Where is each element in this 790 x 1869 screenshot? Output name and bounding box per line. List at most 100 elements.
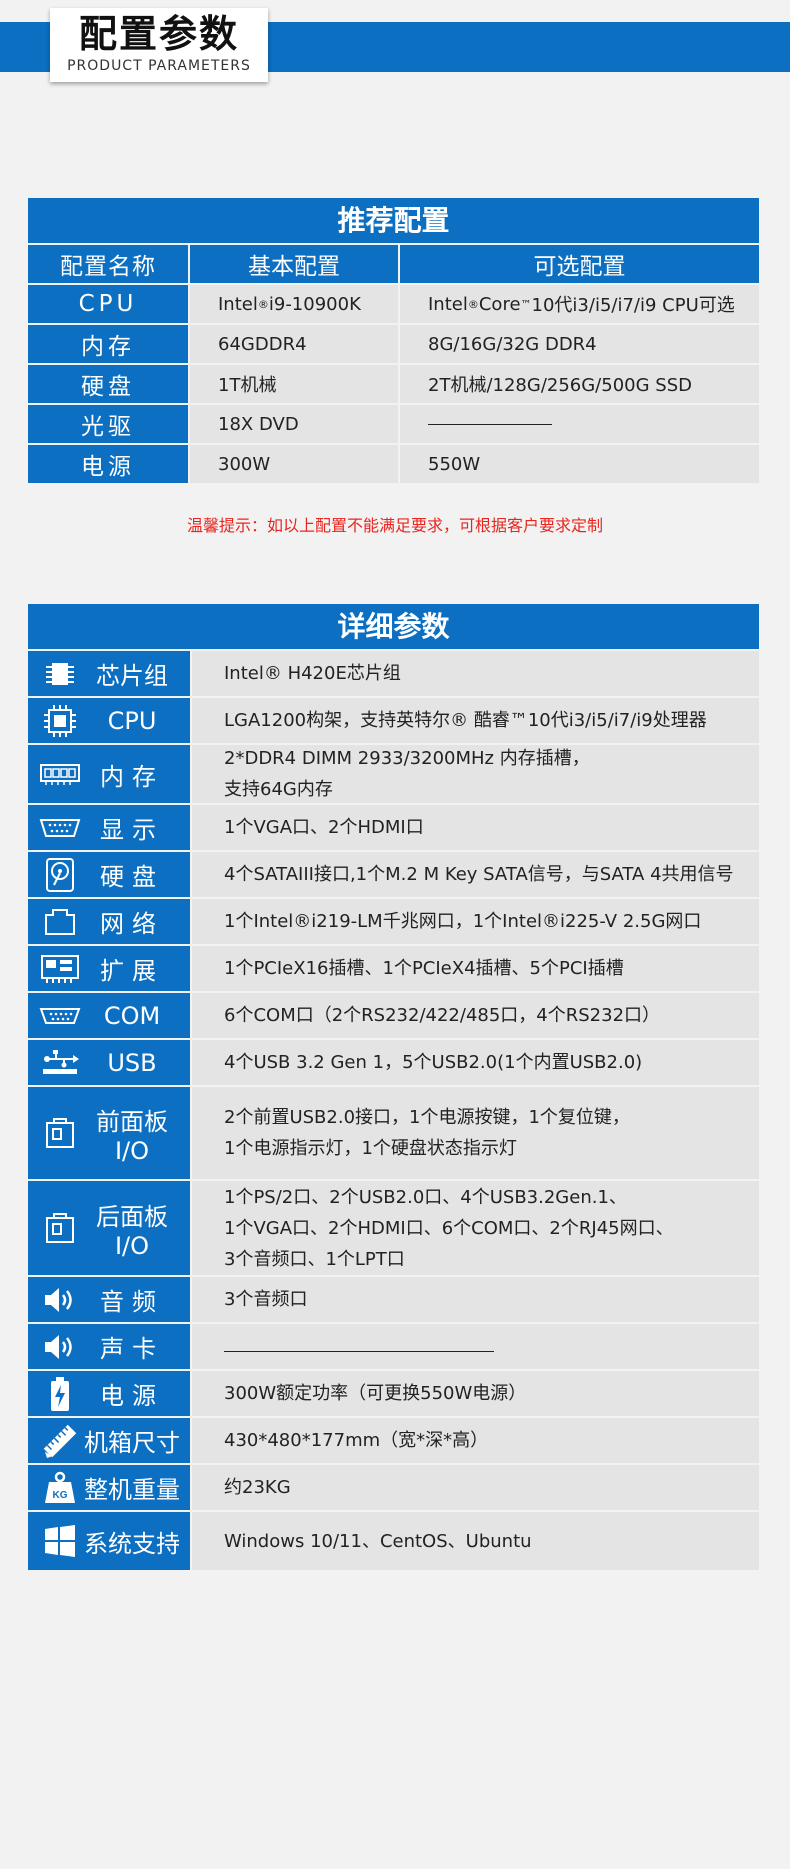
svg-text:KG: KG [53, 1490, 68, 1501]
param-label-cell: 后面板I/O [28, 1181, 190, 1275]
basic-config: 300W [190, 445, 398, 483]
optional-text: Core [478, 293, 521, 315]
recommended-title: 推荐配置 [28, 198, 759, 243]
param-value-line: LGA1200构架，支持英特尔® 酷睿™10代i3/i5/i7/i9处理器 [224, 710, 707, 731]
trademark-mark: ™ [520, 297, 532, 311]
param-value: 3个音频口 [192, 1277, 759, 1322]
param-value-line: 300W额定功率（可更换550W电源） [224, 1383, 527, 1404]
param-value: 6个COM口（2个RS232/422/485口，4个RS232口） [192, 993, 759, 1038]
param-label: 硬盘 [100, 863, 164, 891]
param-label-cell: 电源 [28, 1371, 190, 1416]
param-value-line: 2*DDR4 DIMM 2933/3200MHz 内存插槽， [224, 748, 590, 769]
param-label: CPU [107, 706, 157, 735]
table-row: 硬盘 4个SATAIII接口,1个M.2 M Key SATA信号，与SATA 4… [28, 852, 759, 897]
param-label: 系统支持 [84, 1529, 180, 1558]
speaker-icon [38, 1280, 82, 1320]
param-value-line: 1个Intel®i219-LM千兆网口，1个Intel®i225-V 2.5G网… [224, 911, 702, 932]
usb-icon [38, 1043, 82, 1083]
param-value-line: 支持64G内存 [224, 779, 333, 800]
param-value-line: 1个VGA口、2个HDMI口 [224, 817, 424, 838]
ruler-icon [38, 1421, 82, 1461]
column-header-optional: 可选配置 [400, 245, 759, 283]
detail-title: 详细参数 [28, 604, 759, 649]
config-name: CPU [28, 285, 188, 323]
param-value-line: 4个USB 3.2 Gen 1，5个USB2.0(1个内置USB2.0) [224, 1052, 643, 1073]
table-row: 显示 1个VGA口、2个HDMI口 [28, 805, 759, 850]
param-value: 1个PS/2口、2个USB2.0口、4个USB3.2Gen.1、 1个VGA口、2… [192, 1181, 759, 1275]
table-row: 机箱尺寸 430*480*177mm（宽*深*高） [28, 1418, 759, 1463]
speaker-icon [38, 1327, 82, 1367]
param-value-line: Intel® H420E芯片组 [224, 663, 401, 684]
param-label-cell: 系统支持 [28, 1512, 190, 1570]
param-value-line: 3个音频口、1个LPT口 [224, 1248, 405, 1270]
param-label: 内存 [100, 762, 164, 791]
basic-config: Intel ® i9-10900K [190, 285, 398, 323]
param-label-cell: 网络 [28, 899, 190, 944]
param-label: 音频 [100, 1288, 164, 1316]
basic-config: 18X DVD [190, 405, 398, 443]
optional-config: 550W [400, 445, 759, 483]
param-label: 扩展 [100, 957, 164, 985]
param-label-cell: KG 整机重量 [28, 1465, 190, 1510]
panel-icon [38, 1208, 82, 1248]
param-value: 430*480*177mm（宽*深*高） [192, 1418, 759, 1463]
table-row: COM 6个COM口（2个RS232/422/485口，4个RS232口） [28, 993, 759, 1038]
table-row: 系统支持 Windows 10/11、CentOS、Ubuntu [28, 1512, 759, 1570]
page-title: 配置参数 [78, 12, 239, 56]
param-value: 1个PCIeX16插槽、1个PCIeX4插槽、5个PCI插槽 [192, 946, 759, 991]
param-label: 机箱尺寸 [84, 1429, 180, 1457]
table-row: CPU LGA1200构架，支持英特尔® 酷睿™10代i3/i5/i7/i9处理器 [28, 698, 759, 743]
table-row: 后面板I/O 1个PS/2口、2个USB2.0口、4个USB3.2Gen.1、 1个… [28, 1181, 759, 1275]
param-label-cell: 扩展 [28, 946, 190, 991]
cpu-icon [38, 701, 82, 741]
empty-dash [428, 423, 552, 425]
expansion-icon [38, 949, 82, 989]
table-row: 前面板I/O 2个前置USB2.0接口，1个电源按键，1个复位键， 1个电源指示灯，… [28, 1087, 759, 1179]
param-value: 4个USB 3.2 Gen 1，5个USB2.0(1个内置USB2.0) [192, 1040, 759, 1085]
table-row: 声卡 [28, 1324, 759, 1369]
param-value-line: 1个PS/2口、2个USB2.0口、4个USB3.2Gen.1、 [224, 1186, 627, 1208]
param-label-cell: 内存 [28, 745, 190, 803]
param-label: 显示 [100, 816, 164, 844]
param-value-line: 1个PCIeX16插槽、1个PCIeX4插槽、5个PCI插槽 [224, 958, 624, 979]
table-row: KG 整机重量 约23KG [28, 1465, 759, 1510]
table-row: 芯片组 Intel® H420E芯片组 [28, 651, 759, 696]
hard-disk-icon [38, 855, 82, 895]
param-label: 前面板I/O [96, 1107, 168, 1165]
param-label-cell: 显示 [28, 805, 190, 850]
param-label-cell: 机箱尺寸 [28, 1418, 190, 1463]
page-subtitle: PRODUCT PARAMETERS [67, 58, 251, 74]
config-name: 内存 [28, 325, 188, 363]
optional-config: 2T机械/128G/256G/500G SSD [400, 365, 759, 403]
table-row: 扩展 1个PCIeX16插槽、1个PCIeX4插槽、5个PCI插槽 [28, 946, 759, 991]
customization-tip: 温馨提示：如以上配置不能满足要求，可根据客户要求定制 [186, 516, 603, 535]
windows-icon [38, 1521, 82, 1561]
table-row: 内存 2*DDR4 DIMM 2933/3200MHz 内存插槽， 支持64G内存 [28, 745, 759, 803]
detail-params-table: 详细参数 芯片组 Intel® H420E芯片组 CPU LGA1200构架，支持英特… [28, 604, 759, 1570]
param-label-cell: USB [28, 1040, 190, 1085]
table-header-row: 配置名称 基本配置 可选配置 [28, 245, 759, 283]
basic-text: i9-10900K [268, 293, 361, 315]
panel-icon [38, 1113, 82, 1153]
optional-text: Intel [428, 293, 468, 315]
table-row: 网络 1个Intel®i219-LM千兆网口，1个Intel®i225-V 2.5… [28, 899, 759, 944]
param-value-line: 4个SATAIII接口,1个M.2 M Key SATA信号，与SATA 4共用… [224, 864, 734, 885]
column-header-basic: 基本配置 [190, 245, 398, 283]
param-value [192, 1324, 759, 1369]
table-row: CPU Intel ® i9-10900K Intel ® Core ™ 10代i3/i5/… [28, 285, 759, 323]
optional-config [400, 405, 759, 443]
param-value: 2个前置USB2.0接口，1个电源按键，1个复位键， 1个电源指示灯，1个硬盘状态… [192, 1087, 759, 1179]
com-port-icon [38, 996, 82, 1036]
table-row: 电源 300W额定功率（可更换550W电源） [28, 1371, 759, 1416]
optional-text: 10代i3/i5/i7/i9 CPU可选 [531, 295, 735, 316]
param-value-line: 6个COM口（2个RS232/422/485口，4个RS232口） [224, 1005, 661, 1026]
param-label-cell: 声卡 [28, 1324, 190, 1369]
battery-icon [38, 1374, 82, 1414]
param-value: 1个VGA口、2个HDMI口 [192, 805, 759, 850]
param-value-line: Windows 10/11、CentOS、Ubuntu [224, 1530, 532, 1552]
param-value-line: 430*480*177mm（宽*深*高） [224, 1430, 489, 1451]
param-label-cell: 硬盘 [28, 852, 190, 897]
param-label: 电源 [100, 1382, 164, 1410]
chip-icon [38, 654, 82, 694]
optional-config: 8G/16G/32G DDR4 [400, 325, 759, 363]
